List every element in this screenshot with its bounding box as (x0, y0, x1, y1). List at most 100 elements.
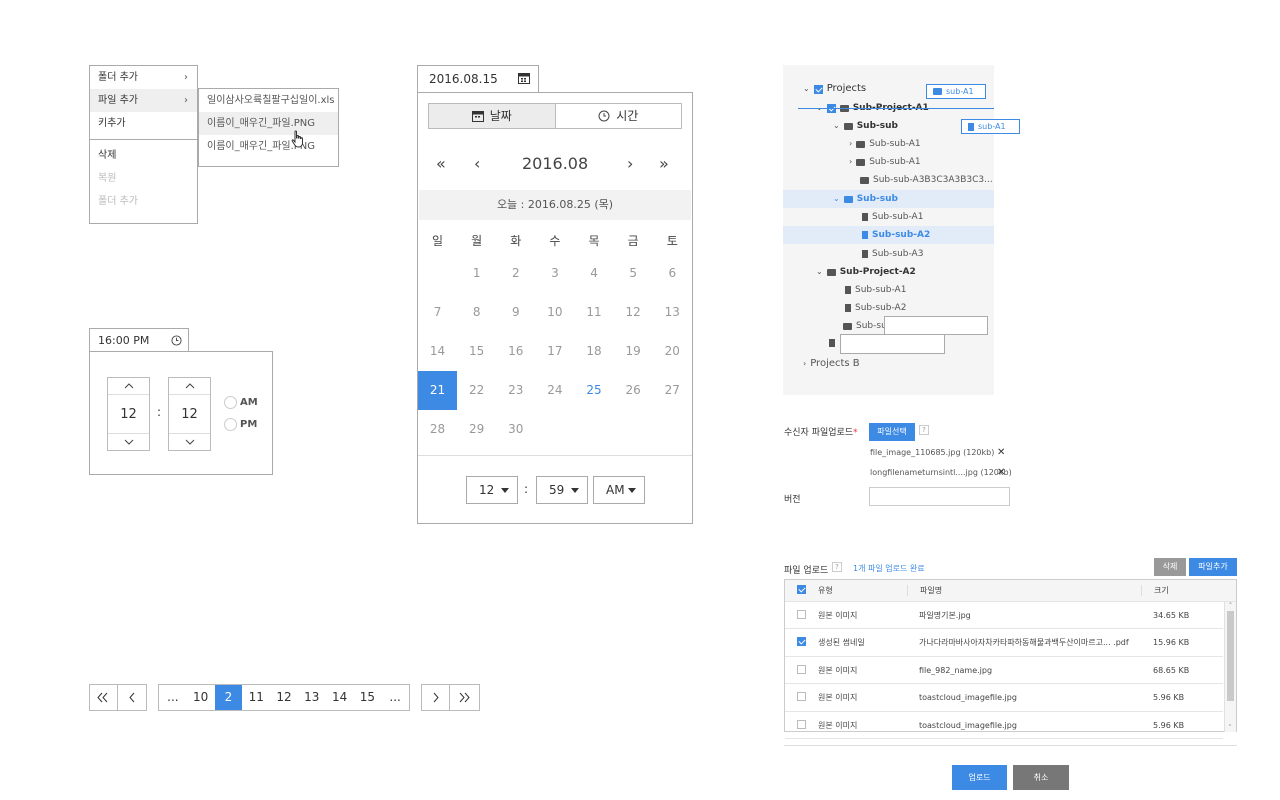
table-row[interactable]: 생성된 썸네일 가나다라마바사아자차카타파하동해물과백두산이마르고... .pdf… (785, 630, 1223, 657)
calendar-day[interactable]: 30 (496, 410, 535, 449)
am-radio[interactable]: AM (224, 396, 258, 409)
time-input[interactable]: 16:00 PM (89, 328, 189, 352)
today-label[interactable]: 오늘 : 2016.08.25 (목) (419, 190, 691, 220)
calendar-day[interactable]: 3 (535, 254, 574, 293)
tree-node[interactable]: Sub-sub-A2 (845, 299, 906, 317)
submenu-item[interactable]: 이름이_매우긴_파일.PNG (199, 112, 338, 135)
scrollbar-thumb[interactable] (1227, 611, 1234, 701)
cancel-button[interactable]: 취소 (1013, 765, 1069, 790)
help-icon[interactable]: ? (832, 562, 842, 572)
remove-file-icon[interactable]: ✕ (997, 447, 1005, 458)
menu-item-add-key[interactable]: 키추가 (90, 112, 197, 135)
tree-node-selected[interactable]: Sub-sub-A2 (783, 226, 994, 244)
next-year-button[interactable]: » (659, 154, 669, 173)
calendar-day[interactable]: 23 (496, 371, 535, 410)
date-input[interactable]: 2016.08.15 (417, 65, 539, 92)
menu-item-delete[interactable]: 삭제 (90, 144, 197, 167)
calendar-day[interactable]: 16 (496, 332, 535, 371)
prev-page-button[interactable] (118, 685, 146, 710)
page-button[interactable]: 13 (298, 685, 326, 710)
tab-date[interactable]: 날짜 (429, 104, 556, 128)
calendar-day[interactable]: 19 (614, 332, 653, 371)
calendar-day[interactable]: 21 (418, 371, 458, 410)
tree-node-sub-sub[interactable]: ⌄ Sub-sub (833, 117, 898, 135)
next-month-button[interactable]: › (627, 154, 633, 173)
submenu-item[interactable]: 일이삼사오륙칠팔구십일이.xls (199, 89, 338, 112)
table-row[interactable]: 원본 이미지 file_982_name.jpg 68.65 KB (785, 657, 1223, 684)
help-icon[interactable]: ? (919, 425, 929, 435)
minute-value[interactable]: 12 (169, 394, 210, 434)
calendar-day[interactable]: 7 (418, 293, 457, 332)
hour-select[interactable]: 12 (466, 476, 518, 504)
rename-input[interactable] (884, 316, 988, 335)
calendar-day[interactable]: 8 (457, 293, 496, 332)
upload-button[interactable]: 업로드 (952, 765, 1007, 790)
chevron-up-icon[interactable] (169, 378, 210, 394)
calendar-day[interactable]: 1 (457, 254, 496, 293)
partial-checkbox[interactable] (813, 84, 823, 94)
page-button-active[interactable]: 2 (214, 685, 243, 710)
tree-node[interactable]: Sub-sub-A1 (862, 208, 923, 226)
chevron-down-icon[interactable] (169, 434, 210, 450)
submenu-item[interactable]: 이름이_매우긴_파일.PNG (199, 135, 338, 158)
first-page-button[interactable] (90, 685, 118, 710)
page-ellipsis[interactable]: ... (381, 685, 409, 710)
calendar-day[interactable]: 14 (418, 332, 457, 371)
table-row[interactable]: 원본 이미지 toastcloud_imagefile.jpg 5.96 KB (785, 685, 1223, 712)
calendar-day[interactable]: 5 (614, 254, 653, 293)
prev-year-button[interactable]: « (436, 154, 446, 173)
calendar-day[interactable]: 2 (496, 254, 535, 293)
calendar-day[interactable]: 12 (614, 293, 653, 332)
row-checkbox[interactable] (797, 609, 806, 619)
menu-item-add-folder[interactable]: 폴더 추가 › (90, 66, 197, 89)
page-button[interactable]: 12 (270, 685, 298, 710)
tree-node-sub-project-a2[interactable]: ⌄ Sub-Project-A2 (816, 263, 916, 281)
scrollbar[interactable]: ˄ ˅ (1224, 602, 1236, 732)
tree-node[interactable]: Sub-sub-A3B3C3A3B3C3... (860, 171, 993, 189)
hour-value[interactable]: 12 (108, 394, 149, 434)
file-select-button[interactable]: 파일선택 (869, 423, 915, 441)
calendar-day[interactable]: 11 (575, 293, 614, 332)
next-page-button[interactable] (422, 685, 450, 710)
add-file-button[interactable]: 파일추가 (1189, 558, 1237, 576)
tree-node-selected[interactable]: ⌄ Sub-sub (783, 190, 994, 208)
new-node-input[interactable] (840, 334, 945, 354)
tree-node[interactable]: › Sub-sub-A1 (849, 135, 921, 153)
clock-icon[interactable] (171, 335, 182, 346)
row-checkbox[interactable] (797, 692, 806, 701)
delete-button[interactable]: 삭제 (1154, 558, 1186, 576)
page-button[interactable]: 10 (187, 685, 215, 710)
calendar-day[interactable]: 22 (457, 371, 496, 410)
calendar-day[interactable]: 10 (535, 293, 574, 332)
tree-node[interactable]: Sub-sub-A3 (862, 245, 923, 263)
tab-time[interactable]: 시간 (556, 104, 682, 128)
remove-file-icon[interactable]: ✕ (997, 467, 1005, 478)
calendar-day[interactable]: 20 (653, 332, 692, 371)
tree-node-projects-b[interactable]: › Projects B (803, 355, 860, 373)
table-row[interactable]: 원본 이미지 toastcloud_imagefile.jpg 5.96 KB (785, 712, 1223, 739)
calendar-day[interactable]: 27 (653, 371, 692, 410)
scroll-up-icon[interactable]: ˄ (1225, 602, 1236, 610)
calendar-day[interactable]: 28 (418, 410, 457, 449)
minute-select[interactable]: 59 (536, 476, 588, 504)
calendar-day[interactable]: 25 (575, 371, 614, 410)
calendar-day[interactable]: 4 (575, 254, 614, 293)
calendar-day[interactable]: 24 (535, 371, 574, 410)
calendar-day[interactable]: 26 (614, 371, 653, 410)
tree-node[interactable]: › Sub-sub-A1 (849, 153, 921, 171)
row-checkbox[interactable] (797, 664, 806, 674)
calendar-day[interactable]: 18 (575, 332, 614, 371)
calendar-day[interactable]: 29 (457, 410, 496, 449)
last-page-button[interactable] (450, 685, 478, 710)
calendar-day[interactable]: 15 (457, 332, 496, 371)
ampm-select[interactable]: AM (593, 476, 645, 504)
calendar-day[interactable]: 6 (653, 254, 692, 293)
prev-month-button[interactable]: ‹ (474, 154, 480, 173)
row-checkbox[interactable] (797, 719, 806, 729)
pm-radio[interactable]: PM (224, 418, 257, 431)
menu-item-add-file[interactable]: 파일 추가 › (90, 89, 197, 112)
select-all-checkbox[interactable] (797, 585, 806, 594)
table-row[interactable]: 원본 이미지 파일명기본.jpg 34.65 KB (785, 602, 1223, 629)
tree-node-projects[interactable]: ⌄ Projects (803, 80, 866, 98)
calendar-icon[interactable] (518, 73, 530, 84)
